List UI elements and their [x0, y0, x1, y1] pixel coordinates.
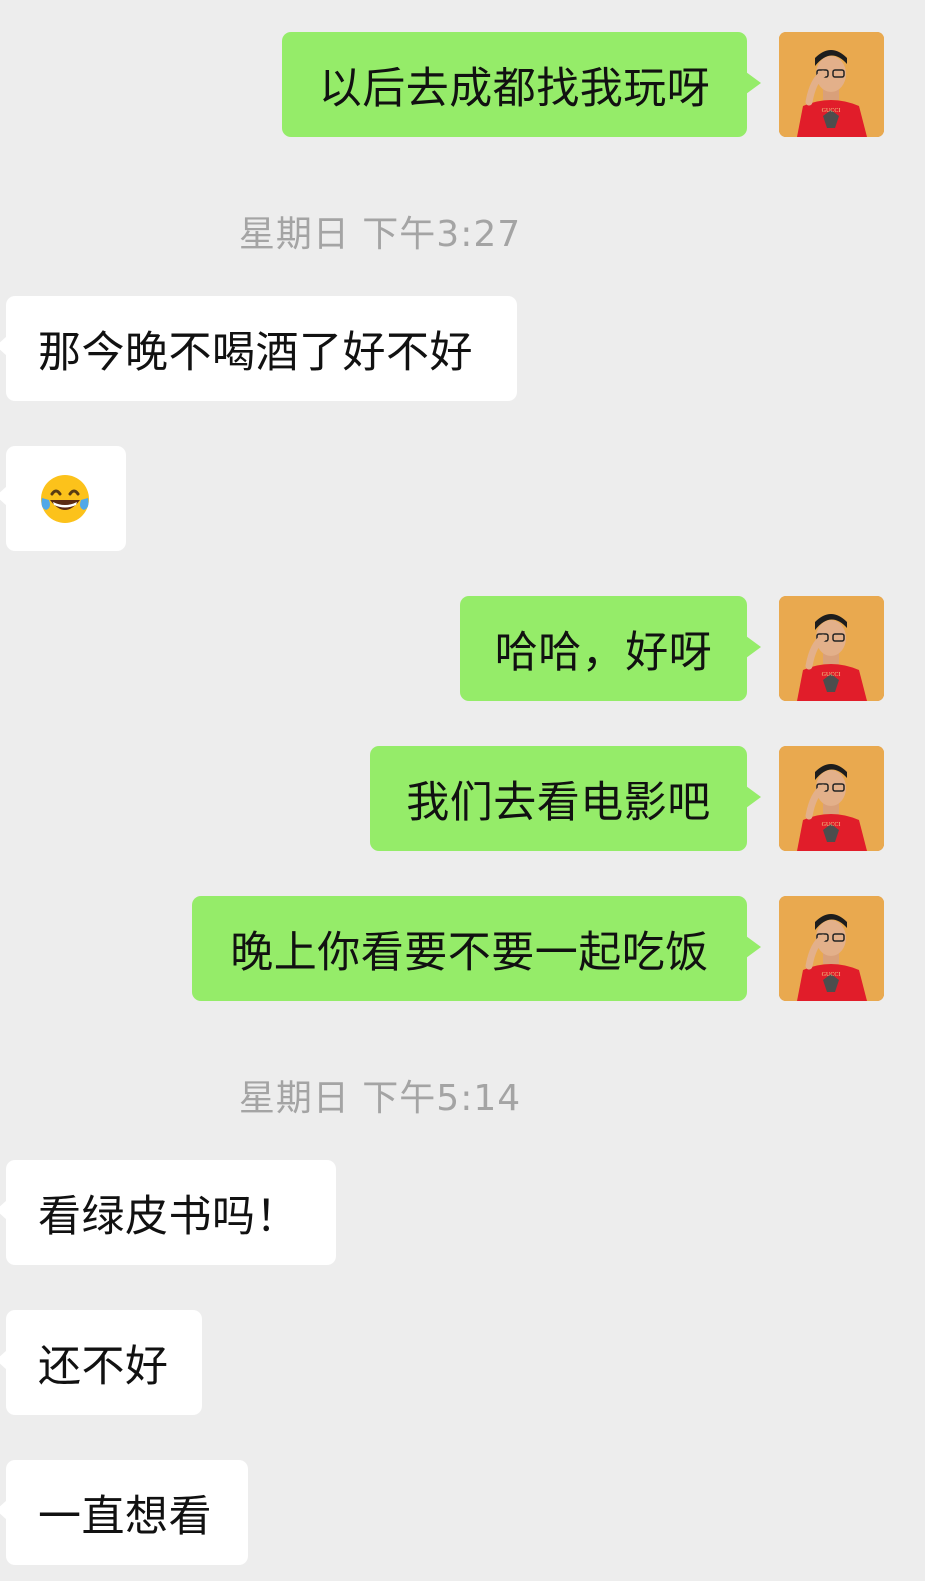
received-emoji-bubble[interactable] [0, 446, 126, 551]
sent-message-bubble[interactable]: 晚上你看要不要一起吃饭 [192, 896, 761, 1001]
message-text: 看绿皮书吗！ [38, 1191, 299, 1242]
my-avatar[interactable]: GUCCI [779, 596, 884, 701]
my-avatar[interactable]: GUCCI [779, 896, 884, 1001]
my-avatar[interactable]: GUCCI [779, 746, 884, 851]
received-message-bubble[interactable]: 那今晚不喝酒了好不好 [0, 296, 517, 401]
received-message-bubble[interactable]: 还不好 [0, 1310, 202, 1415]
message-text: 还不好 [38, 1341, 169, 1392]
message-text: 以后去成都找我玩呀 [318, 63, 711, 114]
svg-text:GUCCI: GUCCI [822, 672, 841, 678]
svg-text:GUCCI: GUCCI [822, 822, 841, 828]
svg-text:GUCCI: GUCCI [822, 972, 841, 978]
svg-text:GUCCI: GUCCI [822, 108, 841, 114]
sent-message-bubble[interactable]: 我们去看电影吧 [370, 746, 761, 851]
person-avatar-icon: GUCCI [779, 896, 884, 1001]
message-text: 那今晚不喝酒了好不好 [38, 327, 473, 378]
person-avatar-icon: GUCCI [779, 32, 884, 137]
message-text: 我们去看电影吧 [406, 777, 711, 828]
received-message-bubble[interactable]: 一直想看 [0, 1460, 248, 1565]
face-with-tears-of-joy-emoji [41, 474, 89, 523]
message-text: 哈哈，好呀 [494, 627, 713, 678]
my-avatar[interactable]: GUCCI [779, 32, 884, 137]
sent-message-bubble[interactable]: 哈哈，好呀 [460, 596, 761, 701]
person-avatar-icon: GUCCI [779, 746, 884, 851]
message-text: 一直想看 [38, 1491, 212, 1542]
sent-message-bubble[interactable]: 以后去成都找我玩呀 [282, 32, 761, 137]
timestamp: 星期日 下午3:27 [238, 214, 522, 255]
received-message-bubble[interactable]: 看绿皮书吗！ [0, 1160, 336, 1265]
person-avatar-icon: GUCCI [779, 596, 884, 701]
message-text: 晚上你看要不要一起吃饭 [230, 927, 709, 978]
timestamp: 星期日 下午5:14 [238, 1078, 522, 1119]
